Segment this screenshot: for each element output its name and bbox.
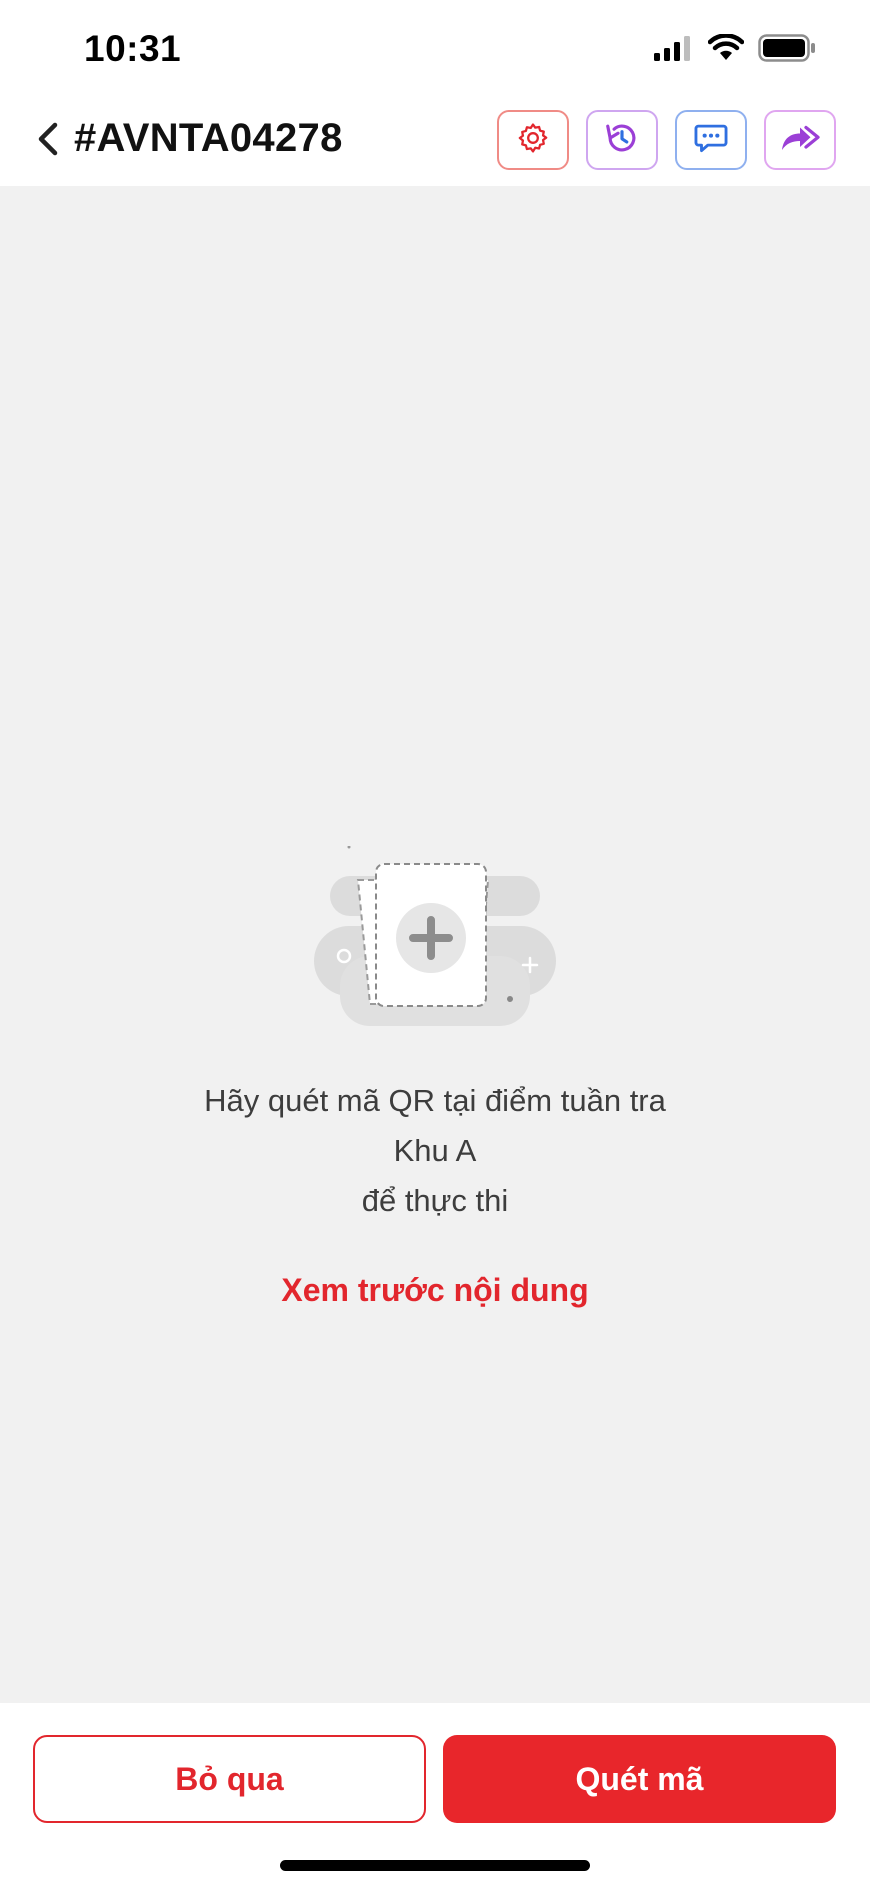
instruction-line: để thực thi [361, 1183, 509, 1218]
chevron-left-icon [37, 122, 59, 161]
preview-content-link[interactable]: Xem trước nội dung [0, 1272, 870, 1309]
home-indicator[interactable] [280, 1860, 590, 1871]
signal-icon [654, 35, 694, 66]
skip-button[interactable]: Bỏ qua [33, 1735, 426, 1823]
status-time: 10:31 [84, 28, 182, 69]
bottom-action-bar: Bỏ qua Quét mã [0, 1703, 870, 1883]
status-icons [654, 32, 816, 68]
settings-button[interactable] [497, 110, 569, 170]
battery-icon [758, 33, 816, 67]
instruction-message: Hãy quét mã QR tại điểm tuần tra Khu A đ… [0, 1076, 870, 1226]
back-button[interactable] [28, 118, 68, 164]
instruction-line: Hãy quét mã QR tại điểm tuần tra [204, 1083, 666, 1118]
forward-icon [779, 121, 821, 160]
header: #AVNTA04278 [0, 100, 870, 186]
status-bar: 10:31 [0, 0, 870, 100]
wifi-icon [707, 32, 745, 67]
patrol-point-name: Khu A [393, 1133, 477, 1168]
gear-icon [516, 121, 550, 160]
chat-button[interactable] [675, 110, 747, 170]
history-button[interactable] [586, 110, 658, 170]
scan-code-button[interactable]: Quét mã [443, 1735, 836, 1823]
chat-icon [692, 119, 730, 162]
add-document-icon [310, 845, 560, 1046]
page-title: #AVNTA04278 [74, 116, 343, 160]
main-content: Hãy quét mã QR tại điểm tuần tra Khu A đ… [0, 186, 870, 1703]
history-icon [603, 119, 641, 162]
forward-button[interactable] [764, 110, 836, 170]
